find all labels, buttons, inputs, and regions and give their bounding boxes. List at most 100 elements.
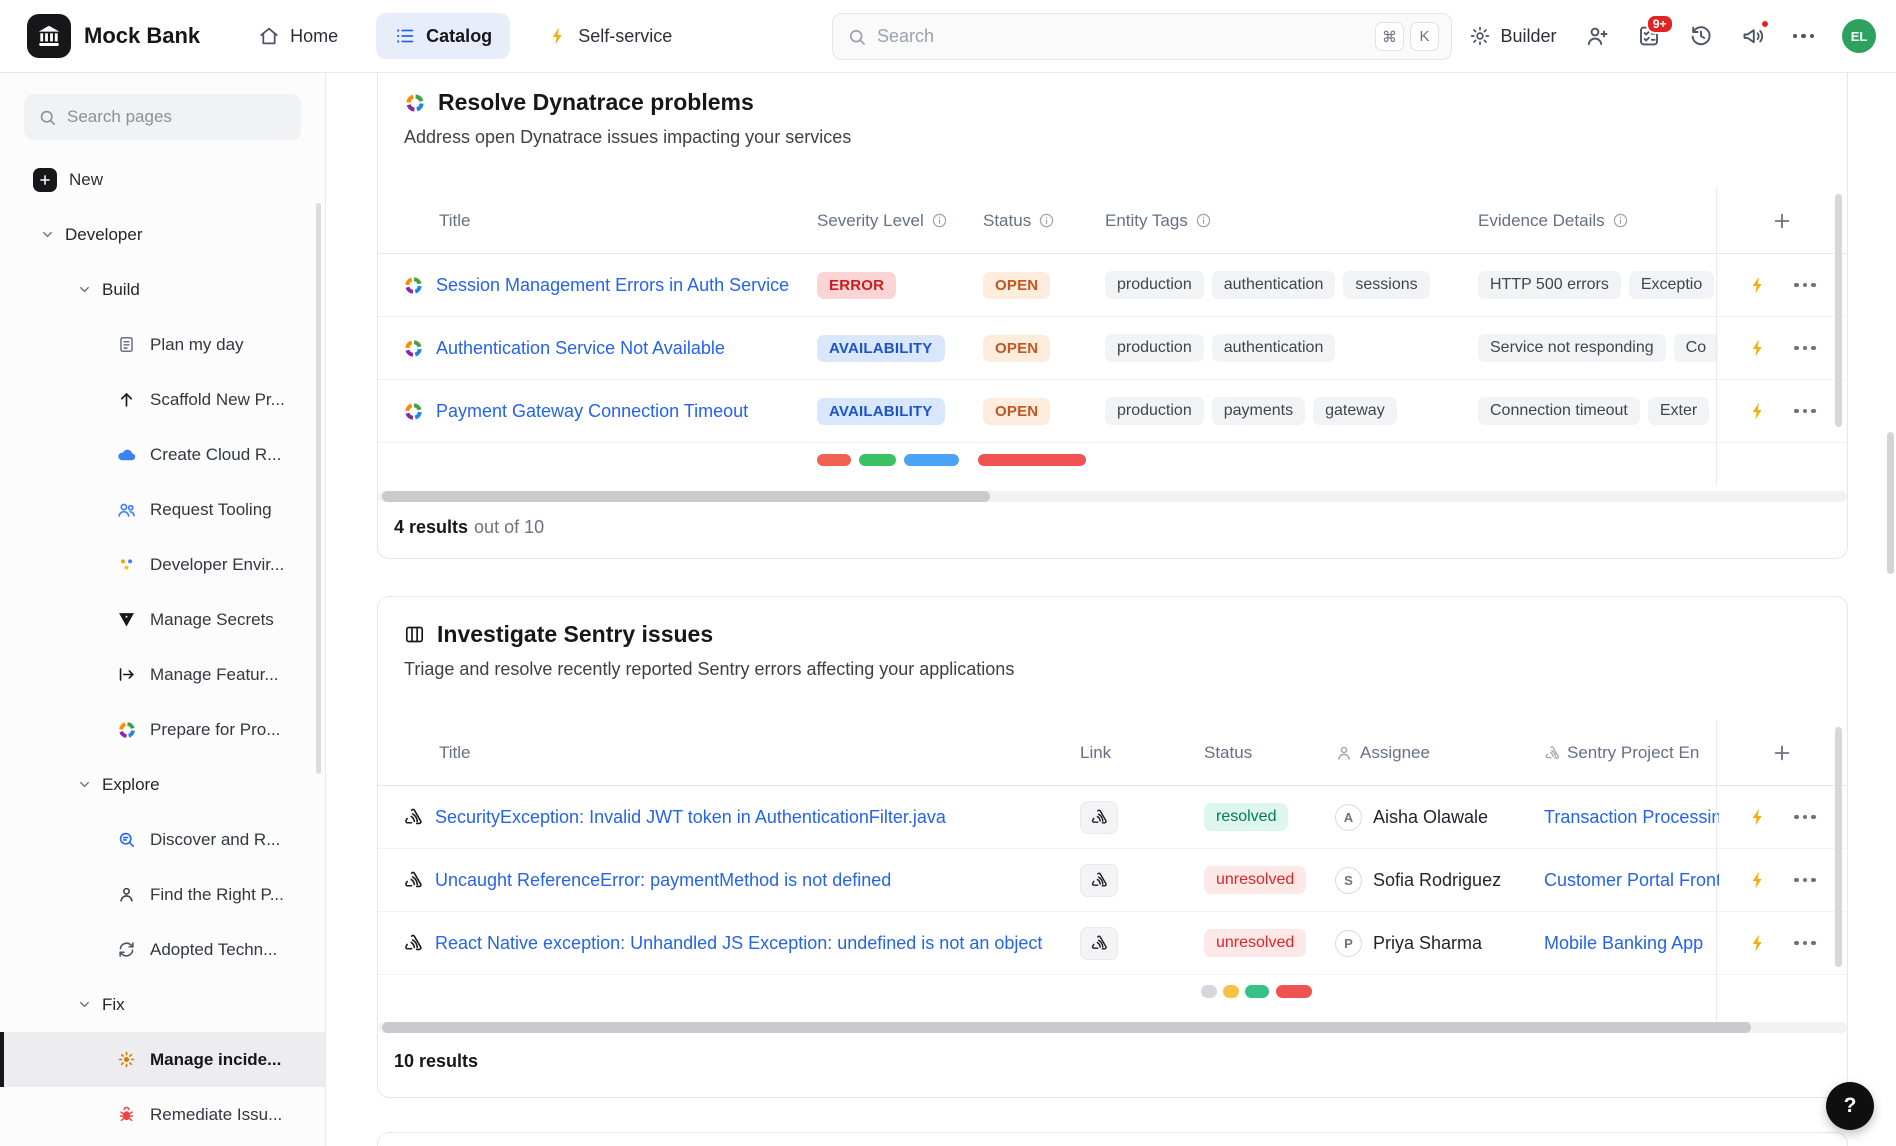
sentry-icon — [403, 870, 423, 890]
section-fix[interactable]: Fix — [0, 977, 325, 1032]
sidebar-item-prepare-production[interactable]: Prepare for Pro... — [0, 702, 325, 757]
run-action-button[interactable] — [1748, 807, 1768, 827]
add-column-button[interactable] — [1771, 210, 1793, 232]
person-add-icon — [1585, 24, 1609, 48]
topbar: Mock Bank Home Catalog Self-service ⌘ K … — [0, 0, 1896, 73]
announcements-button[interactable] — [1741, 24, 1765, 48]
global-search: ⌘ K — [832, 13, 1452, 60]
catalog-icon — [394, 25, 416, 47]
builder-button[interactable]: Builder — [1469, 25, 1556, 47]
info-icon[interactable] — [931, 212, 948, 229]
history-button[interactable] — [1689, 24, 1713, 48]
sidebar-item-scaffold[interactable]: Scaffold New Pr... — [0, 372, 325, 427]
project-link[interactable]: Transaction Processin — [1544, 807, 1719, 827]
history-icon — [1689, 24, 1713, 48]
page-scrollbar[interactable] — [1887, 432, 1894, 574]
column-header-status: Status — [1204, 743, 1335, 763]
row-title-link[interactable]: SecurityException: Invalid JWT token in … — [435, 807, 946, 828]
sidebar-item-find-person[interactable]: Find the Right P... — [0, 867, 325, 922]
clipped-badge — [817, 454, 851, 466]
card-subtitle: Address open Dynatrace issues impacting … — [404, 127, 1687, 148]
results-total: out of 10 — [474, 517, 544, 537]
info-icon[interactable] — [1038, 212, 1055, 229]
project-link[interactable]: Mobile Banking App — [1544, 933, 1703, 953]
sidebar-item-create-cloud[interactable]: Create Cloud R... — [0, 427, 325, 482]
sidebar-item-manage-secrets[interactable]: Manage Secrets — [0, 592, 325, 647]
run-action-button[interactable] — [1748, 401, 1768, 421]
sidebar-item-plan-my-day[interactable]: Plan my day — [0, 317, 325, 372]
brand[interactable]: Mock Bank — [27, 14, 200, 58]
add-column-button[interactable] — [1771, 742, 1793, 764]
chevron-down-icon — [77, 777, 92, 792]
horizontal-scrollbar-thumb[interactable] — [382, 491, 990, 502]
document-icon — [116, 335, 137, 354]
sun-icon — [116, 1050, 137, 1069]
nav-home[interactable]: Home — [244, 13, 352, 59]
evidence-pill: Connection timeout — [1478, 397, 1640, 425]
sidebar-item-manage-features[interactable]: Manage Featur... — [0, 647, 325, 702]
row-menu-button[interactable] — [1794, 409, 1816, 414]
clipped-row-preview — [378, 975, 1847, 1023]
run-action-button[interactable] — [1748, 870, 1768, 890]
bolt-icon — [1748, 870, 1768, 890]
sidebar-item-discover[interactable]: Discover and R... — [0, 812, 325, 867]
sentry-link-button[interactable] — [1080, 927, 1118, 960]
row-title-link[interactable]: React Native exception: Unhandled JS Exc… — [435, 933, 1042, 954]
run-action-button[interactable] — [1748, 338, 1768, 358]
search-input[interactable] — [877, 26, 1365, 47]
brand-name: Mock Bank — [84, 23, 200, 49]
section-developer[interactable]: Developer — [0, 207, 325, 262]
row-menu-button[interactable] — [1794, 878, 1816, 883]
row-menu-button[interactable] — [1794, 815, 1816, 820]
evidence-pill: Exceptio — [1629, 271, 1714, 299]
invite-button[interactable] — [1585, 24, 1609, 48]
table-header: Title Link Status Assignee Sentry Projec… — [378, 720, 1847, 786]
sidebar-search-input[interactable] — [67, 107, 287, 127]
sidebar-scrollbar[interactable] — [316, 203, 321, 774]
status-badge: OPEN — [983, 398, 1050, 425]
row-title-link[interactable]: Authentication Service Not Available — [436, 338, 725, 359]
more-button[interactable] — [1793, 34, 1815, 39]
ellipsis-icon — [1794, 283, 1816, 288]
evidence-pill: Exter — [1648, 397, 1709, 425]
nav-catalog[interactable]: Catalog — [376, 13, 510, 59]
evidence-pill: HTTP 500 errors — [1478, 271, 1621, 299]
new-button[interactable]: New — [0, 152, 325, 207]
search-icon — [847, 27, 867, 47]
row-title-link[interactable]: Session Management Errors in Auth Servic… — [436, 275, 789, 296]
row-title-link[interactable]: Uncaught ReferenceError: paymentMethod i… — [435, 870, 891, 891]
assignee-name: Sofia Rodriguez — [1373, 870, 1501, 891]
sidebar-item-adopted-tech[interactable]: Adopted Techn... — [0, 922, 325, 977]
section-developer-label: Developer — [65, 225, 143, 245]
section-explore[interactable]: Explore — [0, 757, 325, 812]
status-badge: resolved — [1204, 803, 1288, 831]
run-action-button[interactable] — [1748, 275, 1768, 295]
section-build[interactable]: Build — [0, 262, 325, 317]
sentry-link-button[interactable] — [1080, 801, 1118, 834]
row-menu-button[interactable] — [1794, 941, 1816, 946]
horizontal-scrollbar-thumb[interactable] — [382, 1022, 1751, 1033]
row-menu-button[interactable] — [1794, 346, 1816, 351]
info-icon[interactable] — [1195, 212, 1212, 229]
tasks-button[interactable]: 9+ — [1637, 24, 1661, 48]
search-icon — [116, 830, 137, 849]
row-menu-button[interactable] — [1794, 283, 1816, 288]
avatar[interactable]: EL — [1842, 19, 1876, 53]
sidebar-item-remediate-issues[interactable]: Remediate Issu... — [0, 1087, 325, 1142]
vertical-scrollbar[interactable] — [1835, 727, 1842, 967]
row-title-link[interactable]: Payment Gateway Connection Timeout — [436, 401, 748, 422]
sidebar-item-developer-env[interactable]: Developer Envir... — [0, 537, 325, 592]
project-link[interactable]: Customer Portal Front — [1544, 870, 1719, 890]
sidebar-item-request-tooling[interactable]: Request Tooling — [0, 482, 325, 537]
nav-self-service[interactable]: Self-service — [534, 14, 686, 59]
sentry-link-button[interactable] — [1080, 864, 1118, 897]
assignee-name: Priya Sharma — [1373, 933, 1482, 954]
info-icon[interactable] — [1612, 212, 1629, 229]
column-header-severity: Severity Level — [817, 211, 924, 231]
run-action-button[interactable] — [1748, 933, 1768, 953]
vertical-scrollbar[interactable] — [1835, 194, 1842, 427]
bolt-icon — [1748, 338, 1768, 358]
table-row: Payment Gateway Connection Timeout AVAIL… — [378, 380, 1847, 443]
sidebar-item-manage-incidents[interactable]: Manage incide... — [0, 1032, 325, 1087]
help-button[interactable]: ? — [1826, 1082, 1874, 1130]
